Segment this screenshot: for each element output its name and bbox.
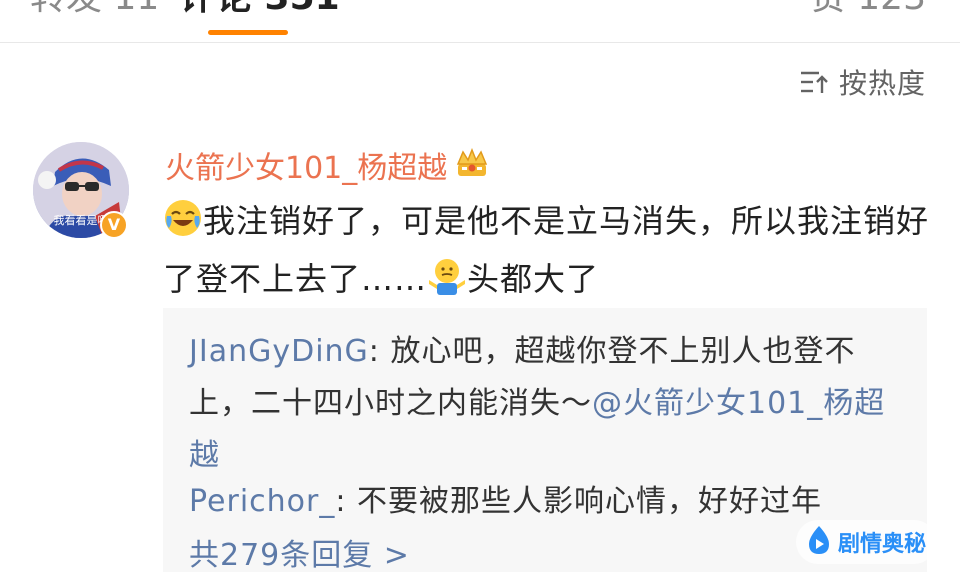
watermark-logo-icon (806, 525, 832, 559)
tab-bar: 转发 11 评论 351 赞 123 (0, 0, 960, 43)
sort-by-popularity-button[interactable]: 按热度 (799, 62, 926, 102)
crown-vip-icon[interactable] (455, 147, 489, 182)
reply-text: 不要被那些人影响心情，好好过年 (357, 484, 822, 519)
reply-item[interactable]: Perichor_: 不要被那些人影响心情，好好过年 (189, 476, 905, 528)
comment-header: 火箭少女101_杨超越 (165, 143, 489, 187)
reply-author[interactable]: JIanGyDinG (189, 334, 369, 369)
watermark-text: 剧情奥秘 (837, 532, 926, 557)
active-tab-indicator (208, 30, 288, 35)
more-replies-link[interactable]: 共279条回复 > (189, 534, 410, 572)
tab-reposts[interactable]: 转发 11 (30, 0, 159, 18)
reply-item[interactable]: JIanGyDinG: 放心吧，超越你登不上别人也登不上，二十四小时之内能消失～… (189, 326, 905, 482)
comment-username[interactable]: 火箭少女101_杨超越 (165, 143, 447, 187)
reply-author[interactable]: Perichor_ (189, 484, 335, 519)
sort-lines-icon (799, 69, 829, 95)
tab-likes[interactable]: 赞 123 (810, 0, 926, 18)
comment-text-part2: 头都大了 (467, 260, 600, 298)
verified-v-icon: V (100, 211, 128, 239)
reply-separator: : (368, 334, 391, 369)
shrug-emoji-icon (427, 256, 467, 296)
sort-label: 按热度 (838, 67, 926, 100)
watermark: 剧情奥秘 (795, 520, 936, 564)
comments-page: 转发 11 评论 351 赞 123 按热度 (0, 0, 960, 572)
tab-comments[interactable]: 评论 351 (180, 0, 340, 18)
reply-separator: : (335, 484, 357, 519)
comment-body: 我注销好了，可是他不是立马消失，所以我注销好了登不上去了…… 头都大了 (163, 192, 933, 308)
laughing-tears-emoji-icon (163, 198, 203, 238)
